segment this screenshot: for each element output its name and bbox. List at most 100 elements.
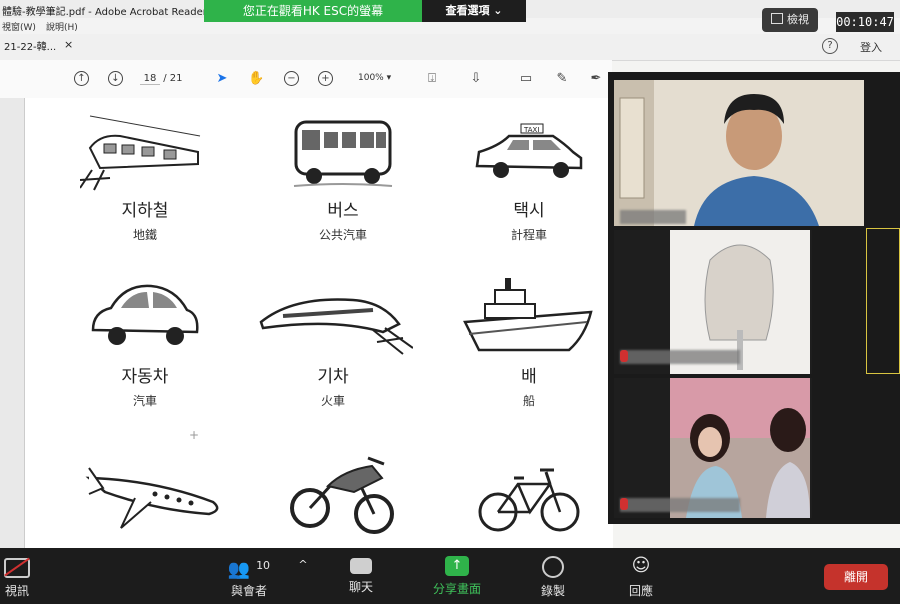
share-screen-label: 分享畫面 — [432, 582, 481, 596]
participant-name-label — [620, 210, 686, 224]
participant-video-active[interactable] — [866, 228, 900, 374]
participants-menu-caret[interactable]: ^ — [288, 558, 318, 571]
left-gutter — [0, 98, 24, 550]
tab-close-icon[interactable]: × — [64, 38, 73, 51]
ship-icon — [463, 278, 593, 352]
tab-bar: 21-22-韓... × ? 登入 — [0, 34, 900, 61]
page-indicator[interactable]: 18 / 21 — [140, 73, 182, 85]
zoom-in-icon[interactable]: + — [318, 71, 333, 86]
tab-label: 21-22-韓... — [4, 42, 57, 53]
vocab-korean: 배 — [521, 367, 537, 387]
vocab-item-taxi: TAXI 택시 計程車 — [449, 108, 609, 243]
share-banner-text: 您正在觀看HK ESC的螢幕 — [204, 0, 422, 22]
record-icon — [542, 556, 564, 578]
stop-video-button[interactable]: 視訊 — [0, 554, 52, 599]
login-link[interactable]: 登入 — [860, 39, 882, 55]
photo-people-icon — [670, 378, 810, 518]
fit-page-icon[interactable]: ⍗ — [424, 71, 440, 87]
help-icon[interactable]: ? — [822, 38, 838, 54]
zoom-value: 100% — [358, 73, 384, 83]
sign-icon[interactable]: ✒ — [588, 71, 604, 87]
bus-icon — [293, 120, 393, 187]
menu-item-help[interactable]: 說明(H) — [46, 20, 78, 33]
vocab-item-airplane — [75, 458, 235, 543]
subway-train-icon — [80, 115, 201, 191]
menu-item-window[interactable]: 視窗(W) — [2, 20, 36, 33]
participant-name-label — [620, 498, 740, 512]
reactions-label: 回應 — [628, 584, 653, 598]
cursor-crosshair-icon: + — [189, 428, 200, 442]
vocab-korean: 자동차 — [121, 367, 169, 387]
vocab-chinese: 計程車 — [510, 228, 547, 242]
record-button[interactable]: 錄製 — [518, 554, 588, 599]
vocab-chinese: 火車 — [320, 394, 345, 408]
video-gallery-panel — [608, 72, 900, 524]
participants-icon: 👥 10 — [227, 559, 271, 580]
comment-icon[interactable]: ▭ — [518, 71, 534, 87]
participant-video-1[interactable] — [614, 80, 864, 226]
hand-tool-icon[interactable]: ✋ — [248, 71, 264, 87]
chat-label: 聊天 — [348, 580, 373, 594]
view-button[interactable]: 檢視 — [762, 8, 818, 32]
airplane-icon — [85, 467, 219, 529]
scroll-mode-icon[interactable]: ⇩ — [468, 71, 484, 87]
document-tab[interactable]: 21-22-韓... × — [4, 38, 76, 58]
highlight-pen-icon[interactable]: ✎ — [554, 71, 570, 87]
view-options-button[interactable]: 查看選項 ⌄ — [422, 0, 526, 22]
share-screen-button[interactable]: ↑ 分享畫面 — [422, 554, 492, 597]
motorcycle-icon — [290, 456, 394, 534]
grid-icon — [771, 13, 783, 24]
vocab-korean: 버스 — [327, 201, 359, 221]
participant-video-3[interactable] — [614, 378, 812, 518]
screen-share-banner: 您正在觀看HK ESC的螢幕 查看選項 ⌄ — [204, 0, 526, 22]
stop-video-label: 視訊 — [4, 584, 29, 598]
zoom-out-icon[interactable]: − — [284, 71, 299, 86]
muted-mic-icon — [620, 498, 628, 510]
chat-icon — [350, 558, 372, 574]
pdf-page: 지하철 地鐵 버스 公共汽車 TAXI 택시 計程車 자동차 汽車 기차 火車 … — [24, 98, 613, 550]
taxi-icon: TAXI — [475, 123, 583, 178]
participants-label: 與會者 — [230, 584, 267, 598]
participant-image — [670, 378, 810, 518]
select-cursor-icon[interactable]: ➤ — [214, 71, 230, 87]
leave-meeting-button[interactable]: 離開 — [824, 564, 888, 590]
vocab-korean: 지하철 — [121, 201, 169, 221]
view-button-label: 檢視 — [787, 13, 809, 26]
page-current[interactable]: 18 — [140, 73, 160, 85]
vocab-item-car: 자동차 汽車 — [65, 274, 225, 409]
zoom-level[interactable]: 100% ▾ — [358, 73, 391, 83]
vocab-item-ship: 배 船 — [449, 274, 609, 409]
record-label: 錄製 — [540, 584, 565, 598]
svg-text:TAXI: TAXI — [523, 126, 539, 134]
vocab-item-train: 기차 火車 — [253, 274, 413, 409]
vocab-korean: 기차 — [317, 367, 349, 387]
vocab-chinese: 地鐵 — [132, 228, 157, 242]
train-icon — [259, 298, 413, 355]
participant-avatar-icon — [614, 80, 864, 226]
participants-count: 10 — [256, 559, 271, 572]
emoji-icon: ☺ — [631, 555, 651, 576]
page-total: / 21 — [163, 73, 183, 84]
window-title: 體驗-教學筆記.pdf - Adobe Acrobat Reader DC — [2, 7, 225, 18]
vocab-chinese: 汽車 — [132, 394, 157, 408]
prev-page-icon[interactable]: ↑ — [74, 71, 89, 86]
chat-button[interactable]: 聊天 — [326, 554, 396, 595]
vocab-item-subway: 지하철 地鐵 — [65, 108, 225, 243]
bicycle-icon — [478, 468, 580, 532]
vocab-item-bus: 버스 公共汽車 — [263, 108, 423, 243]
meeting-controls-bar: 視訊 👥 10 與會者 ^ 聊天 ↑ 分享畫面 錄製 ☺ 回應 離開 — [0, 548, 900, 604]
vocab-item-motorcycle — [263, 450, 423, 543]
muted-mic-icon — [620, 350, 628, 362]
meeting-timer: 00:10:47 — [836, 12, 894, 32]
participant-name-label — [620, 350, 740, 364]
vocab-item-bicycle — [449, 454, 609, 543]
vocab-korean: 택시 — [513, 201, 545, 221]
reactions-button[interactable]: ☺ 回應 — [606, 554, 676, 599]
share-screen-icon: ↑ — [445, 556, 469, 576]
participant-video-2[interactable] — [614, 230, 812, 374]
next-page-icon[interactable]: ↓ — [108, 71, 123, 86]
vocab-chinese: 公共汽車 — [318, 228, 367, 242]
screen: 體驗-教學筆記.pdf - Adobe Acrobat Reader DC 視窗… — [0, 0, 900, 604]
pdf-toolbar: ↑ ↓ 18 / 21 ➤ ✋ − + 100% ▾ ⍗ ⇩ ▭ ✎ ✒ — [0, 60, 612, 99]
participants-button[interactable]: 👥 10 與會者 — [214, 554, 284, 599]
